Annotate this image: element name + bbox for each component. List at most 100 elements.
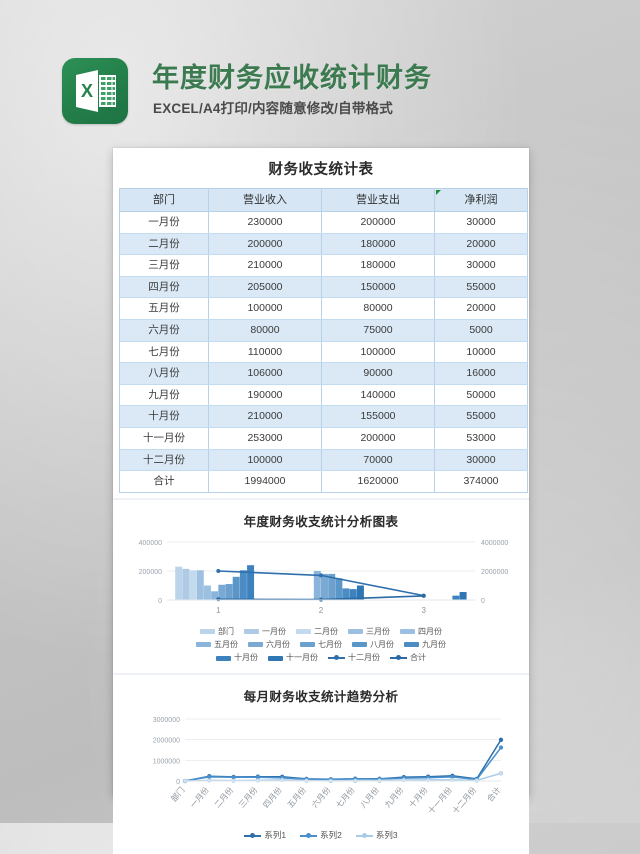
table-row: 十月份 210000 155000 55000: [119, 405, 528, 428]
table-cell: 150000: [321, 276, 435, 299]
legend-swatch-icon: [400, 629, 415, 635]
svg-text:一月份: 一月份: [188, 785, 211, 810]
svg-text:四月份: 四月份: [261, 785, 284, 810]
legend-item[interactable]: 一月份: [244, 626, 286, 638]
page-header: X 年度财务应收统计财务 EXCEL/A4打印/内容随意修改/自带格式: [60, 55, 580, 127]
table-cell: 205000: [208, 276, 322, 299]
table-row: 合计 1994000 1620000 374000: [119, 470, 528, 493]
table-cell: 1994000: [208, 470, 322, 493]
legend-label: 六月份: [266, 639, 290, 649]
svg-text:十月份: 十月份: [407, 785, 430, 810]
legend-item[interactable]: 十二月份: [328, 652, 380, 664]
bar-chart-plot: 0 0 200000 2000000 400000 4000000 1 2 3: [123, 534, 519, 622]
legend-item[interactable]: 十一月份: [268, 652, 318, 664]
table-cell: 190000: [208, 384, 322, 407]
page-title: 年度财务应收统计财务: [152, 63, 432, 93]
svg-text:0: 0: [158, 598, 162, 605]
legend-item[interactable]: 四月份: [400, 626, 442, 638]
legend-item[interactable]: 合计: [390, 652, 426, 664]
trend-chart-title: 每月财务收支统计趋势分析: [243, 690, 399, 705]
table-row: 四月份 205000 150000 55000: [119, 276, 528, 299]
table-cell: 十月份: [119, 405, 209, 428]
table-cell: 30000: [434, 449, 528, 472]
table-cell: 210000: [208, 254, 322, 277]
legend-swatch-icon: [296, 629, 311, 635]
svg-text:0: 0: [176, 779, 180, 786]
svg-text:八月份: 八月份: [358, 785, 381, 810]
table-cell: 五月份: [119, 297, 209, 320]
svg-text:400000: 400000: [139, 540, 162, 547]
table-cell: 200000: [208, 233, 322, 256]
column-header-2: 营业支出: [321, 188, 435, 212]
legend-label: 十一月份: [286, 653, 318, 663]
legend-item[interactable]: 九月份: [404, 639, 446, 651]
column-header-3: 净利润: [434, 188, 528, 212]
legend-item[interactable]: 六月份: [248, 639, 290, 651]
legend-item[interactable]: 三月份: [348, 626, 390, 638]
svg-text:六月份: 六月份: [309, 785, 332, 810]
svg-text:4000000: 4000000: [481, 540, 508, 547]
svg-text:部门: 部门: [169, 785, 187, 804]
table-cell: 100000: [321, 341, 435, 364]
table-cell: 70000: [321, 449, 435, 472]
legend-swatch-icon: [348, 629, 363, 635]
legend-label: 八月份: [370, 639, 394, 649]
table-cell: 180000: [321, 233, 435, 256]
table-cell: 253000: [208, 427, 322, 450]
table-cell: 50000: [434, 384, 528, 407]
legend-item[interactable]: 部门: [200, 626, 234, 638]
column-header-1: 营业收入: [208, 188, 322, 212]
legend-label: 部门: [218, 626, 234, 636]
legend-swatch-icon: [248, 642, 263, 648]
svg-text:合计: 合计: [485, 785, 503, 804]
table-cell: 100000: [208, 449, 322, 472]
legend-label: 十二月份: [348, 653, 380, 663]
table-cell: 十一月份: [119, 427, 209, 450]
table-cell: 16000: [434, 362, 528, 385]
legend-item[interactable]: 二月份: [296, 626, 338, 638]
svg-text:1000000: 1000000: [153, 759, 180, 766]
table-cell: 155000: [321, 405, 435, 428]
table-title: 财务收支统计表: [268, 162, 374, 178]
table-panel: 财务收支统计表 部门 营业收入 营业支出 净利润 一月份 230000 200000 3000…: [113, 148, 529, 493]
table-cell: 200000: [321, 427, 435, 450]
table-cell: 55000: [434, 276, 528, 299]
table-cell: 七月份: [119, 341, 209, 364]
svg-text:X: X: [81, 81, 93, 101]
table-cell: 80000: [208, 319, 322, 342]
legend-swatch-icon: [352, 642, 367, 648]
table-cell: 10000: [434, 341, 528, 364]
svg-text:五月份: 五月份: [285, 785, 308, 810]
legend-label: 二月份: [314, 626, 338, 636]
table-cell: 106000: [208, 362, 322, 385]
svg-text:1: 1: [216, 606, 221, 615]
table-cell: 5000: [434, 319, 528, 342]
table-row: 六月份 80000 75000 5000: [119, 319, 528, 342]
table-cell: 180000: [321, 254, 435, 277]
legend-item[interactable]: 系列1: [244, 829, 286, 841]
table-cell: 110000: [208, 341, 322, 364]
table-row: 七月份 110000 100000 10000: [119, 341, 528, 364]
legend-item[interactable]: 五月份: [196, 639, 238, 651]
table-cell: 30000: [434, 254, 528, 277]
table-cell: 75000: [321, 319, 435, 342]
legend-item[interactable]: 系列3: [355, 829, 398, 841]
svg-text:十一月份: 十一月份: [426, 785, 454, 816]
table-row: 十一月份 253000 200000 53000: [119, 427, 528, 450]
legend-item[interactable]: 七月份: [300, 639, 342, 651]
table-cell: 20000: [434, 297, 528, 320]
legend-label: 十月份: [234, 653, 258, 663]
svg-text:九月份: 九月份: [382, 785, 405, 810]
trend-chart-legend: 系列1 系列2 系列3: [113, 819, 529, 854]
legend-swatch-icon: [216, 655, 231, 661]
legend-item[interactable]: 八月份: [352, 639, 394, 651]
trend-chart-panel: 每月财务收支统计趋势分析 0 1000000 2000000 3000000 部门 一月份…: [113, 673, 529, 854]
table-cell: 二月份: [119, 233, 209, 256]
legend-item[interactable]: 系列2: [300, 829, 342, 841]
table-row: 二月份 200000 180000 20000: [119, 233, 528, 256]
legend-item[interactable]: 十月份: [216, 652, 258, 664]
cell-comment-marker-icon: [436, 190, 441, 195]
table-row: 九月份 190000 140000 50000: [119, 384, 528, 407]
table-cell: 六月份: [119, 319, 209, 342]
legend-label: 七月份: [318, 639, 342, 649]
